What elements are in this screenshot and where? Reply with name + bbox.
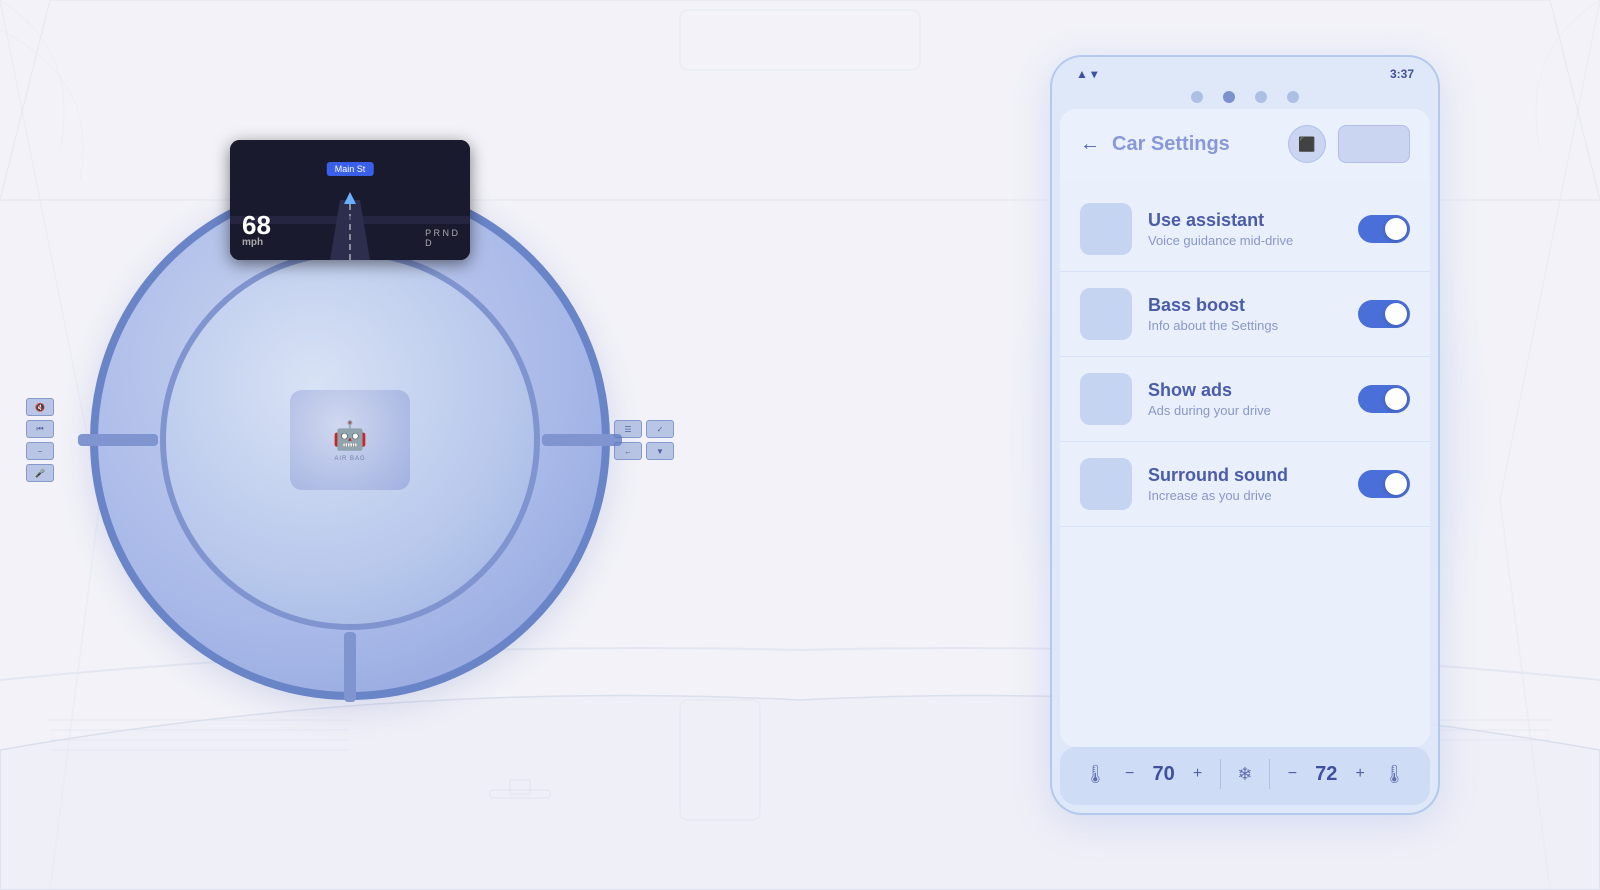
use-assistant-label: Use assistant (1148, 210, 1342, 231)
setting-item-use-assistant: Use assistant Voice guidance mid-drive (1060, 187, 1430, 272)
status-bar: ▲ ▾ 3:37 (1052, 57, 1438, 85)
screen-gear: P R N DD (425, 228, 458, 248)
controls-right: ☰ ✓ ← ▼ (614, 420, 674, 460)
surround-sound-toggle[interactable] (1358, 470, 1410, 498)
use-assistant-toggle[interactable] (1358, 215, 1410, 243)
temp-right-minus[interactable]: − (1286, 765, 1299, 783)
settings-list: Use assistant Voice guidance mid-drive B… (1060, 179, 1430, 747)
use-assistant-desc: Voice guidance mid-drive (1148, 233, 1342, 248)
controls-left: 🔇 ⏮ − 🎤 (26, 398, 54, 482)
back-nav-btn[interactable]: ← (614, 442, 642, 460)
dot-1 (1191, 91, 1203, 103)
background: 24.3 mi 77% Main St (0, 0, 1600, 890)
back-button[interactable]: ← (1080, 133, 1100, 156)
spoke-left (78, 434, 158, 446)
bass-boost-text: Bass boost Info about the Settings (1148, 295, 1342, 333)
settings-header: ← Car Settings ⬛ (1060, 109, 1430, 179)
signal-icon: ▲ (1076, 67, 1088, 81)
heat-right-icon: 🌡 (1383, 764, 1406, 785)
dot-2 (1223, 91, 1235, 103)
settings-content: ← Car Settings ⬛ Use assistant Voice gui… (1060, 109, 1430, 747)
climate-divider (1220, 759, 1221, 789)
use-assistant-toggle-knob (1385, 218, 1407, 240)
use-assistant-icon (1080, 203, 1132, 255)
setting-item-show-ads: Show ads Ads during your drive (1060, 357, 1430, 442)
dot-3 (1255, 91, 1267, 103)
surround-sound-toggle-knob (1385, 473, 1407, 495)
status-time: 3:37 (1390, 67, 1414, 81)
heat-left-icon: 🌡 (1084, 764, 1107, 785)
climate-bar: 🌡 − 70 + ❄ − 72 + 🌡 (1060, 747, 1430, 805)
temp-right-value: 72 (1315, 763, 1337, 786)
surround-sound-label: Surround sound (1148, 465, 1342, 486)
status-left: ▲ ▾ (1076, 67, 1097, 81)
use-assistant-text: Use assistant Voice guidance mid-drive (1148, 210, 1342, 248)
vol-down-btn[interactable]: − (26, 442, 54, 460)
menu-btn[interactable]: ☰ (614, 420, 642, 438)
check-btn[interactable]: ✓ (646, 420, 674, 438)
show-ads-desc: Ads during your drive (1148, 403, 1342, 418)
bass-boost-toggle[interactable] (1358, 300, 1410, 328)
wifi-icon: ▾ (1091, 67, 1097, 81)
steering-display: 24.3 mi 77% Main St (230, 140, 470, 260)
surround-sound-text: Surround sound Increase as you drive (1148, 465, 1342, 503)
page-title: Car Settings (1112, 133, 1276, 156)
stop-icon: ⬛ (1298, 136, 1315, 153)
prev-btn[interactable]: ⏮ (26, 420, 54, 438)
temp-left-plus[interactable]: + (1191, 765, 1204, 783)
airbag-label: AIR BAG (334, 456, 365, 462)
show-ads-toggle-knob (1385, 388, 1407, 410)
bass-boost-toggle-knob (1385, 303, 1407, 325)
setting-item-surround-sound: Surround sound Increase as you drive (1060, 442, 1430, 527)
temp-left-minus[interactable]: − (1123, 765, 1136, 783)
screen-street-label: Main St (327, 162, 374, 176)
steering-wheel-area: 24.3 mi 77% Main St (60, 80, 640, 800)
show-ads-icon (1080, 373, 1132, 425)
climate-divider-2 (1269, 759, 1270, 789)
steering-hub: 🤖 AIR BAG (290, 390, 410, 490)
stop-button[interactable]: ⬛ (1288, 125, 1326, 163)
surround-sound-desc: Increase as you drive (1148, 488, 1342, 503)
bass-boost-icon (1080, 288, 1132, 340)
steering-wheel-inner: 🔇 ⏮ − 🎤 ☰ ✓ ← ▼ 🤖 AIR BAG (160, 250, 540, 630)
bass-boost-label: Bass boost (1148, 295, 1342, 316)
bass-boost-desc: Info about the Settings (1148, 318, 1342, 333)
mic-btn[interactable]: 🎤 (26, 464, 54, 482)
show-ads-toggle[interactable] (1358, 385, 1410, 413)
header-action-button[interactable] (1338, 125, 1410, 163)
setting-item-bass-boost: Bass boost Info about the Settings (1060, 272, 1430, 357)
show-ads-label: Show ads (1148, 380, 1342, 401)
temp-left-value: 70 (1152, 763, 1174, 786)
steering-wheel-outer: 24.3 mi 77% Main St (90, 180, 610, 700)
android-logo: 🤖 (333, 419, 368, 452)
surround-sound-icon (1080, 458, 1132, 510)
spoke-right (542, 434, 622, 446)
phone-panel: ▲ ▾ 3:37 ← Car Settings ⬛ (1050, 55, 1440, 815)
dots-bar (1052, 85, 1438, 109)
temp-right-plus[interactable]: + (1354, 765, 1367, 783)
screen-speed: 68 mph (242, 212, 271, 248)
spoke-bottom (344, 632, 356, 702)
fan-icon: ❄ (1237, 764, 1252, 785)
show-ads-text: Show ads Ads during your drive (1148, 380, 1342, 418)
mute-btn[interactable]: 🔇 (26, 398, 54, 416)
nav-btn[interactable]: ▼ (646, 442, 674, 460)
dot-4 (1287, 91, 1299, 103)
